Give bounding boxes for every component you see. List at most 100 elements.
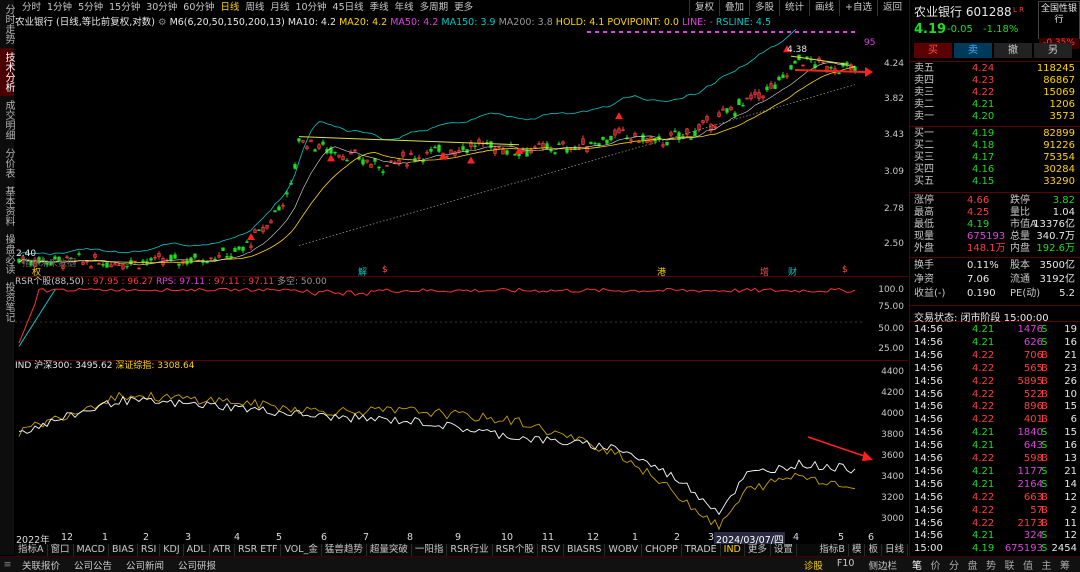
period-tab[interactable]: 45日线 xyxy=(330,0,367,16)
indicator-tab[interactable]: 超量突破 xyxy=(367,544,412,556)
indicator-tab[interactable]: RSV xyxy=(538,544,564,556)
sell-button[interactable]: 卖 xyxy=(954,43,992,58)
ask-volume: 15069 xyxy=(1043,87,1075,98)
right-tab[interactable]: 盘 xyxy=(968,557,978,572)
period-tab[interactable]: 5分钟 xyxy=(75,0,106,16)
period-tab[interactable]: 月线 xyxy=(267,0,292,16)
tick-price: 4.22 xyxy=(972,491,995,503)
left-tab[interactable]: 基本资料 xyxy=(0,182,14,230)
tick-side: S xyxy=(1041,440,1048,452)
right-tab[interactable]: 主 xyxy=(1042,557,1052,572)
ask-row[interactable]: 卖三 4.22 15069 xyxy=(910,87,1080,99)
indicator-tab[interactable]: BIASRS xyxy=(564,544,606,556)
left-tab[interactable]: 分价表 xyxy=(0,144,14,182)
tool-button[interactable]: 多股 xyxy=(748,0,779,16)
indicator-tab[interactable]: RSI xyxy=(138,544,161,556)
tool-button[interactable]: +自选 xyxy=(839,0,877,16)
settings-icon[interactable]: ⚙ xyxy=(158,17,170,28)
right-tab[interactable]: 笔 xyxy=(912,557,922,572)
period-tab[interactable]: 年线 xyxy=(392,0,417,16)
period-tab[interactable]: 日线 xyxy=(217,0,242,16)
indicator-tab[interactable]: BIAS xyxy=(109,544,138,556)
period-tab[interactable]: 1分钟 xyxy=(44,0,75,16)
indicator-tab[interactable]: WOBV xyxy=(605,544,643,556)
status-right-tab[interactable]: 诊股 xyxy=(797,558,830,572)
stat-value: 4.19 xyxy=(967,219,990,230)
period-tab[interactable]: 多周期 xyxy=(417,0,452,16)
bottom-right-tab[interactable]: 指标B xyxy=(816,544,849,556)
bid-row[interactable]: 买三 4.17 75354 xyxy=(910,152,1080,164)
indicator-tab[interactable]: TRADE xyxy=(682,544,721,556)
bid-row[interactable]: 买四 4.16 30284 xyxy=(910,164,1080,176)
tool-button[interactable]: 复权 xyxy=(688,0,719,16)
period-tab[interactable]: 15分钟 xyxy=(106,0,143,16)
period-tab[interactable]: 更多 xyxy=(451,0,476,16)
buy-button[interactable]: 买 xyxy=(914,43,952,58)
indicator-tab[interactable]: KDJ xyxy=(160,544,184,556)
tool-button[interactable]: 返回 xyxy=(876,0,907,16)
ask-row[interactable]: 卖四 4.23 86867 xyxy=(910,75,1080,87)
right-tab[interactable]: 势 xyxy=(986,557,996,572)
indicator-tab[interactable]: RSR个股 xyxy=(493,544,538,556)
status-tab[interactable]: 关联报价 xyxy=(15,558,67,572)
bottom-right-tab[interactable]: 板 xyxy=(865,544,882,556)
candle-body xyxy=(689,138,693,140)
tick-side: B xyxy=(1041,349,1048,361)
bid-label: 买一 xyxy=(914,128,934,139)
indicator-tab[interactable]: 设置 xyxy=(771,544,797,556)
cancel-button[interactable]: 撤 xyxy=(994,43,1032,58)
bottom-right-tab[interactable]: 日线 xyxy=(882,544,908,556)
status-right-tab[interactable]: 侧边栏 xyxy=(861,558,904,572)
right-tab[interactable]: 价 xyxy=(931,557,941,572)
candle-body xyxy=(837,72,841,75)
indicator-tab[interactable]: 猛兽趋势 xyxy=(322,544,367,556)
period-tab[interactable]: 60分钟 xyxy=(180,0,217,16)
menu-icon[interactable]: ≡ xyxy=(0,559,15,570)
period-tab[interactable]: 30分钟 xyxy=(143,0,180,16)
ask-row[interactable]: 卖二 4.21 1206 xyxy=(910,99,1080,111)
right-tab[interactable]: 筹 xyxy=(1060,557,1070,572)
bid-row[interactable]: 买一 4.19 82899 xyxy=(910,128,1080,140)
indicator-tab[interactable]: VOL_金 xyxy=(281,544,322,556)
status-tab[interactable]: 公司新闻 xyxy=(119,558,171,572)
period-tab[interactable]: 10分钟 xyxy=(292,0,329,16)
indicator-tab[interactable]: CHOPP xyxy=(642,544,682,556)
indicator-tab[interactable]: ATR xyxy=(210,544,235,556)
indicator-tab[interactable]: 指标A xyxy=(15,544,48,556)
bid-row[interactable]: 买五 4.15 33290 xyxy=(910,176,1080,188)
period-tab[interactable]: 分时 xyxy=(19,0,44,16)
tool-button[interactable]: 画线 xyxy=(809,0,839,16)
left-tab[interactable]: 投资笔记 xyxy=(0,278,14,326)
period-tab[interactable]: 周线 xyxy=(242,0,267,16)
left-tab[interactable]: 成交明细 xyxy=(0,96,14,144)
bid-row[interactable]: 买二 4.18 91226 xyxy=(910,140,1080,152)
indicator-tab[interactable]: RSR行业 xyxy=(447,544,493,556)
period-tab[interactable]: 季线 xyxy=(367,0,392,16)
right-tab[interactable]: 分 xyxy=(949,557,959,572)
left-tab[interactable]: 操盘必读 xyxy=(0,230,14,278)
bottom-right-tab[interactable]: 模 xyxy=(849,544,866,556)
event-marker[interactable]: $ xyxy=(382,265,388,275)
ask-row[interactable]: 卖一 4.20 3573 xyxy=(910,111,1080,123)
event-marker[interactable]: $ xyxy=(842,265,848,275)
more-button[interactable]: 另 xyxy=(1034,43,1072,58)
indicator-tab[interactable]: 一阳指 xyxy=(412,544,448,556)
right-tab[interactable]: 值 xyxy=(1023,557,1033,572)
status-right-tab[interactable]: F10 xyxy=(830,558,862,572)
indicator-tab[interactable]: ADL xyxy=(184,544,210,556)
indicator-tab[interactable]: MACD xyxy=(74,544,109,556)
ask-row[interactable]: 卖五 4.24 118245 xyxy=(910,63,1080,75)
status-tab[interactable]: 公司公告 xyxy=(67,558,119,572)
candle-body xyxy=(505,150,509,155)
right-tab[interactable]: 联 xyxy=(1005,557,1015,572)
indicator-tab[interactable]: 更多 xyxy=(745,544,771,556)
tool-button[interactable]: 叠加 xyxy=(718,0,749,16)
indicator-tab[interactable]: 窗口 xyxy=(48,544,74,556)
left-tab[interactable]: 分时走势 xyxy=(0,0,14,48)
indicator-tab[interactable]: IND xyxy=(721,544,745,556)
status-tab[interactable]: 公司研报 xyxy=(171,558,223,572)
left-tab[interactable]: 技术分析 xyxy=(0,48,14,96)
indicator-tab[interactable]: RSR ETF xyxy=(235,544,282,556)
industry-box[interactable]: 全国性银行 -0.35% xyxy=(1038,1,1080,49)
tool-button[interactable]: 统计 xyxy=(778,0,809,16)
